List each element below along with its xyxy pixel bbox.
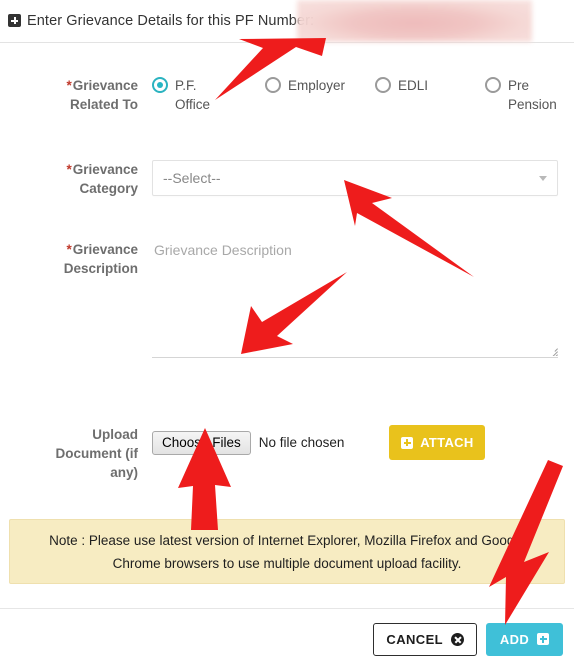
radio-label-pre-pension-line2: Pension	[508, 97, 557, 112]
grievance-description-field: Grievance Description	[148, 240, 574, 358]
file-upload-row: Choose Files No file chosen ATTACH	[152, 425, 574, 460]
choose-files-button[interactable]: Choose Files	[152, 430, 251, 455]
radio-dot-icon[interactable]	[375, 77, 391, 93]
form-row-upload-document: Upload Document (if any) Choose Files No…	[0, 425, 574, 482]
grievance-category-selected-value: --Select--	[163, 170, 221, 186]
radio-dot-icon[interactable]	[152, 77, 168, 93]
radio-option-edli[interactable]: EDLI	[375, 76, 485, 114]
browser-compatibility-note: Note : Please use latest version of Inte…	[9, 519, 565, 584]
radio-group-grievance-related-to: P.F. Office Employer EDLI Pre Pension	[152, 76, 574, 114]
radio-dot-icon[interactable]	[265, 77, 281, 93]
grievance-related-to-field: P.F. Office Employer EDLI Pre Pension	[148, 76, 574, 114]
file-status-text: No file chosen	[258, 435, 345, 450]
form-row-grievance-description: *Grievance Description Grievance Descrip…	[0, 240, 574, 358]
add-button-label: ADD	[499, 631, 530, 647]
attach-button-label: ATTACH	[420, 435, 474, 450]
label-line-2: Document (if	[55, 446, 139, 461]
radio-option-pre-pension[interactable]: Pre Pension	[485, 76, 574, 114]
label-grievance-description: *Grievance Description	[0, 240, 148, 358]
required-asterisk: *	[66, 78, 72, 93]
radio-option-pf-office[interactable]: P.F. Office	[152, 76, 265, 114]
cancel-button[interactable]: CANCEL	[373, 622, 477, 656]
radio-option-employer[interactable]: Employer	[265, 76, 375, 114]
grievance-category-field: --Select--	[148, 160, 574, 198]
label-line-3: any)	[110, 465, 138, 480]
form-row-grievance-category: *Grievance Category --Select--	[0, 160, 574, 198]
label-upload-document: Upload Document (if any)	[0, 425, 148, 482]
circle-x-icon	[451, 632, 464, 646]
label-grievance-category: *Grievance Category	[0, 160, 148, 198]
radio-dot-icon[interactable]	[485, 77, 501, 93]
label-line-1: Grievance	[72, 162, 138, 177]
label-line-2: Description	[63, 261, 138, 276]
add-button[interactable]: ADD	[486, 622, 563, 656]
radio-label-pre-pension: Pre	[508, 78, 530, 93]
required-asterisk: *	[66, 242, 72, 257]
form-row-grievance-related-to: *Grievance Related To P.F. Office Employ…	[0, 76, 574, 114]
label-line-1: Grievance	[72, 78, 138, 93]
label-line-1: Upload	[92, 427, 138, 442]
upload-document-field: Choose Files No file chosen ATTACH	[148, 425, 574, 482]
radio-label-pf-office-line2: Office	[175, 97, 211, 112]
page-title: Enter Grievance Details for this PF Numb…	[27, 13, 315, 29]
cancel-button-label: CANCEL	[386, 631, 443, 647]
label-line-2: Category	[79, 181, 138, 196]
note-line-1: Note : Please use latest version of Inte…	[49, 532, 525, 548]
attach-button[interactable]: ATTACH	[389, 425, 486, 460]
note-line-2: Chrome browsers to use multiple document…	[112, 555, 462, 571]
label-line-2: Related To	[69, 97, 138, 112]
redacted-pf-number	[297, 0, 532, 42]
required-asterisk: *	[66, 162, 72, 177]
radio-label-edli: EDLI	[398, 78, 429, 93]
label-line-1: Grievance	[72, 242, 138, 257]
plus-square-icon	[401, 436, 414, 449]
resize-grip-icon[interactable]	[547, 345, 558, 356]
label-grievance-related-to: *Grievance Related To	[0, 76, 148, 114]
panel-footer: CANCEL ADD	[0, 608, 574, 669]
plus-square-icon	[537, 633, 550, 645]
radio-label-employer: Employer	[288, 78, 346, 93]
plus-square-icon	[8, 14, 21, 27]
grievance-description-textarea[interactable]: Grievance Description	[152, 240, 558, 358]
chevron-down-icon[interactable]	[539, 176, 547, 181]
grievance-category-select[interactable]: --Select--	[152, 160, 558, 196]
radio-label-pf-office: P.F.	[175, 78, 197, 93]
grievance-description-placeholder: Grievance Description	[154, 242, 292, 258]
grievance-details-panel: Enter Grievance Details for this PF Numb…	[0, 0, 574, 669]
